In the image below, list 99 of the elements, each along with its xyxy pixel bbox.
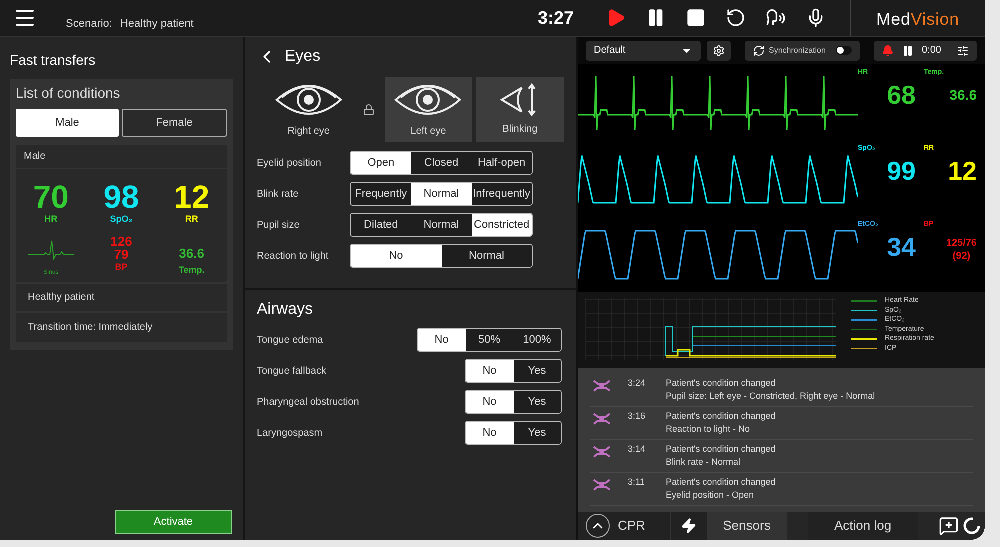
- transition-time: Transition time: Immediately: [16, 312, 227, 342]
- eye-view-button[interactable]: Blinking: [476, 77, 564, 142]
- option-button[interactable]: Yes: [514, 422, 561, 444]
- restart-icon: [726, 8, 746, 28]
- log-title: Patient's condition changed: [666, 476, 776, 489]
- log-detail: Pupil size: Left eye - Constricted, Right eye - Normal: [666, 390, 876, 403]
- settings-button[interactable]: [707, 40, 731, 60]
- option-button[interactable]: No: [466, 360, 514, 382]
- vital-value: 98: [104, 181, 140, 213]
- vital-label: RR: [185, 213, 198, 226]
- lightning-icon: [681, 518, 697, 534]
- setting-label: Pharyngeal obstruction: [257, 396, 360, 410]
- option-button[interactable]: Normal: [411, 214, 472, 236]
- option-button[interactable]: Open: [351, 152, 412, 174]
- log-title: Patient's condition changed: [666, 443, 776, 456]
- option-button[interactable]: Normal: [411, 183, 472, 205]
- section-title: Airways: [257, 300, 314, 320]
- elapsed-time: 3:27: [538, 6, 574, 30]
- log-time: 3:11: [628, 476, 646, 489]
- preset-dropdown[interactable]: Default: [586, 40, 701, 60]
- ecg-rhythm-icon: [28, 238, 74, 260]
- vital-value: 68: [887, 82, 916, 108]
- expand-icon: [586, 514, 610, 538]
- card-header: Male: [16, 145, 227, 169]
- vital-value: 12: [948, 158, 977, 184]
- scenario-name: Healthy patient: [120, 16, 194, 32]
- setting-label: Tongue edema: [257, 334, 324, 348]
- option-button[interactable]: 100%: [513, 329, 561, 351]
- vital-value: 36.6: [950, 88, 977, 102]
- log-title: Patient's condition changed: [666, 377, 777, 390]
- setting-label: Reaction to light: [257, 250, 330, 264]
- option-button[interactable]: Constricted: [472, 214, 532, 236]
- bp-diastolic: 79: [114, 248, 129, 260]
- log-time: 3:14: [628, 443, 647, 456]
- settings-icon: [713, 44, 725, 56]
- vital-label: BP: [115, 260, 128, 274]
- defibrillator-tab[interactable]: [671, 512, 707, 540]
- sync-icon: [753, 44, 765, 56]
- option-button[interactable]: Yes: [514, 391, 561, 413]
- option-button[interactable]: No: [418, 329, 466, 351]
- activate-button[interactable]: Activate: [115, 510, 232, 534]
- option-button[interactable]: Normal: [442, 245, 532, 267]
- log-time: 3:16: [628, 410, 647, 423]
- tab[interactable]: Male: [16, 109, 119, 137]
- log-detail: Eyelid position - Open: [666, 489, 756, 502]
- alarm-timer: 0:00: [922, 44, 942, 58]
- option-button[interactable]: Dilated: [351, 214, 412, 236]
- option-button[interactable]: Frequently: [351, 183, 412, 205]
- vital-value: 99: [887, 158, 916, 184]
- vital-value: 34: [887, 234, 916, 260]
- alarm-icon[interactable]: [882, 44, 894, 56]
- eye-view-button[interactable]: Right eye: [265, 77, 353, 142]
- log-detail: Blink rate - Normal: [666, 456, 742, 469]
- sync-toggle[interactable]: [836, 46, 852, 55]
- tab[interactable]: Action log: [808, 512, 918, 540]
- option-button[interactable]: Closed: [411, 152, 472, 174]
- log-detail: Reaction to light - No: [666, 423, 752, 436]
- add-comment-icon[interactable]: [939, 516, 959, 536]
- setting-label: Laryngospasm: [257, 426, 323, 440]
- option-button[interactable]: No: [351, 245, 442, 267]
- speaking-person-icon: [766, 8, 786, 28]
- sync-label: Synchronization: [769, 44, 826, 56]
- panel-title: Fast transfers: [10, 51, 97, 70]
- option-button[interactable]: No: [466, 391, 514, 413]
- stop-icon: [686, 8, 706, 28]
- sliders-icon[interactable]: [957, 44, 969, 56]
- bp-systolic: 126: [110, 234, 132, 248]
- section-title: List of conditions: [16, 84, 122, 103]
- option-button[interactable]: No: [466, 422, 514, 444]
- temperature-value: 36.6: [179, 246, 204, 260]
- vital-label: Temp.: [178, 264, 205, 277]
- vital-value: 70: [33, 181, 69, 213]
- setting-label: Blink rate: [257, 188, 300, 202]
- tab[interactable]: Sensors: [707, 512, 787, 540]
- option-button[interactable]: Yes: [514, 360, 561, 382]
- scenario-label: Scenario:: [66, 16, 112, 32]
- setting-label: Eyelid position: [257, 156, 322, 170]
- condition-name: Healthy patient: [16, 284, 227, 310]
- cpr-tab[interactable]: CPR: [578, 512, 671, 540]
- tab[interactable]: Female: [122, 109, 227, 137]
- log-time: 3:24: [628, 377, 647, 390]
- option-button[interactable]: Infrequently: [472, 183, 532, 205]
- setting-label: Tongue fallback: [257, 364, 326, 378]
- log-title: Patient's condition changed: [666, 410, 776, 423]
- section-title: Eyes: [285, 47, 321, 67]
- vital-value: (92): [952, 250, 971, 263]
- sync-control[interactable]: Synchronization: [745, 40, 860, 60]
- loading-ring-icon: [963, 517, 981, 535]
- logo: MedVision: [850, 0, 985, 36]
- lock-icon: [362, 104, 375, 116]
- vital-label: HR: [44, 213, 58, 226]
- option-button[interactable]: 50%: [466, 329, 514, 351]
- vital-value: 12: [174, 181, 210, 213]
- vital-label: SpO₂: [110, 213, 133, 226]
- setting-label: Pupil size: [257, 218, 301, 232]
- pause-icon[interactable]: [902, 44, 914, 56]
- option-button[interactable]: Half-open: [472, 152, 532, 174]
- eye-view-button[interactable]: Left eye: [384, 77, 472, 142]
- vital-value: 125/76: [946, 238, 977, 250]
